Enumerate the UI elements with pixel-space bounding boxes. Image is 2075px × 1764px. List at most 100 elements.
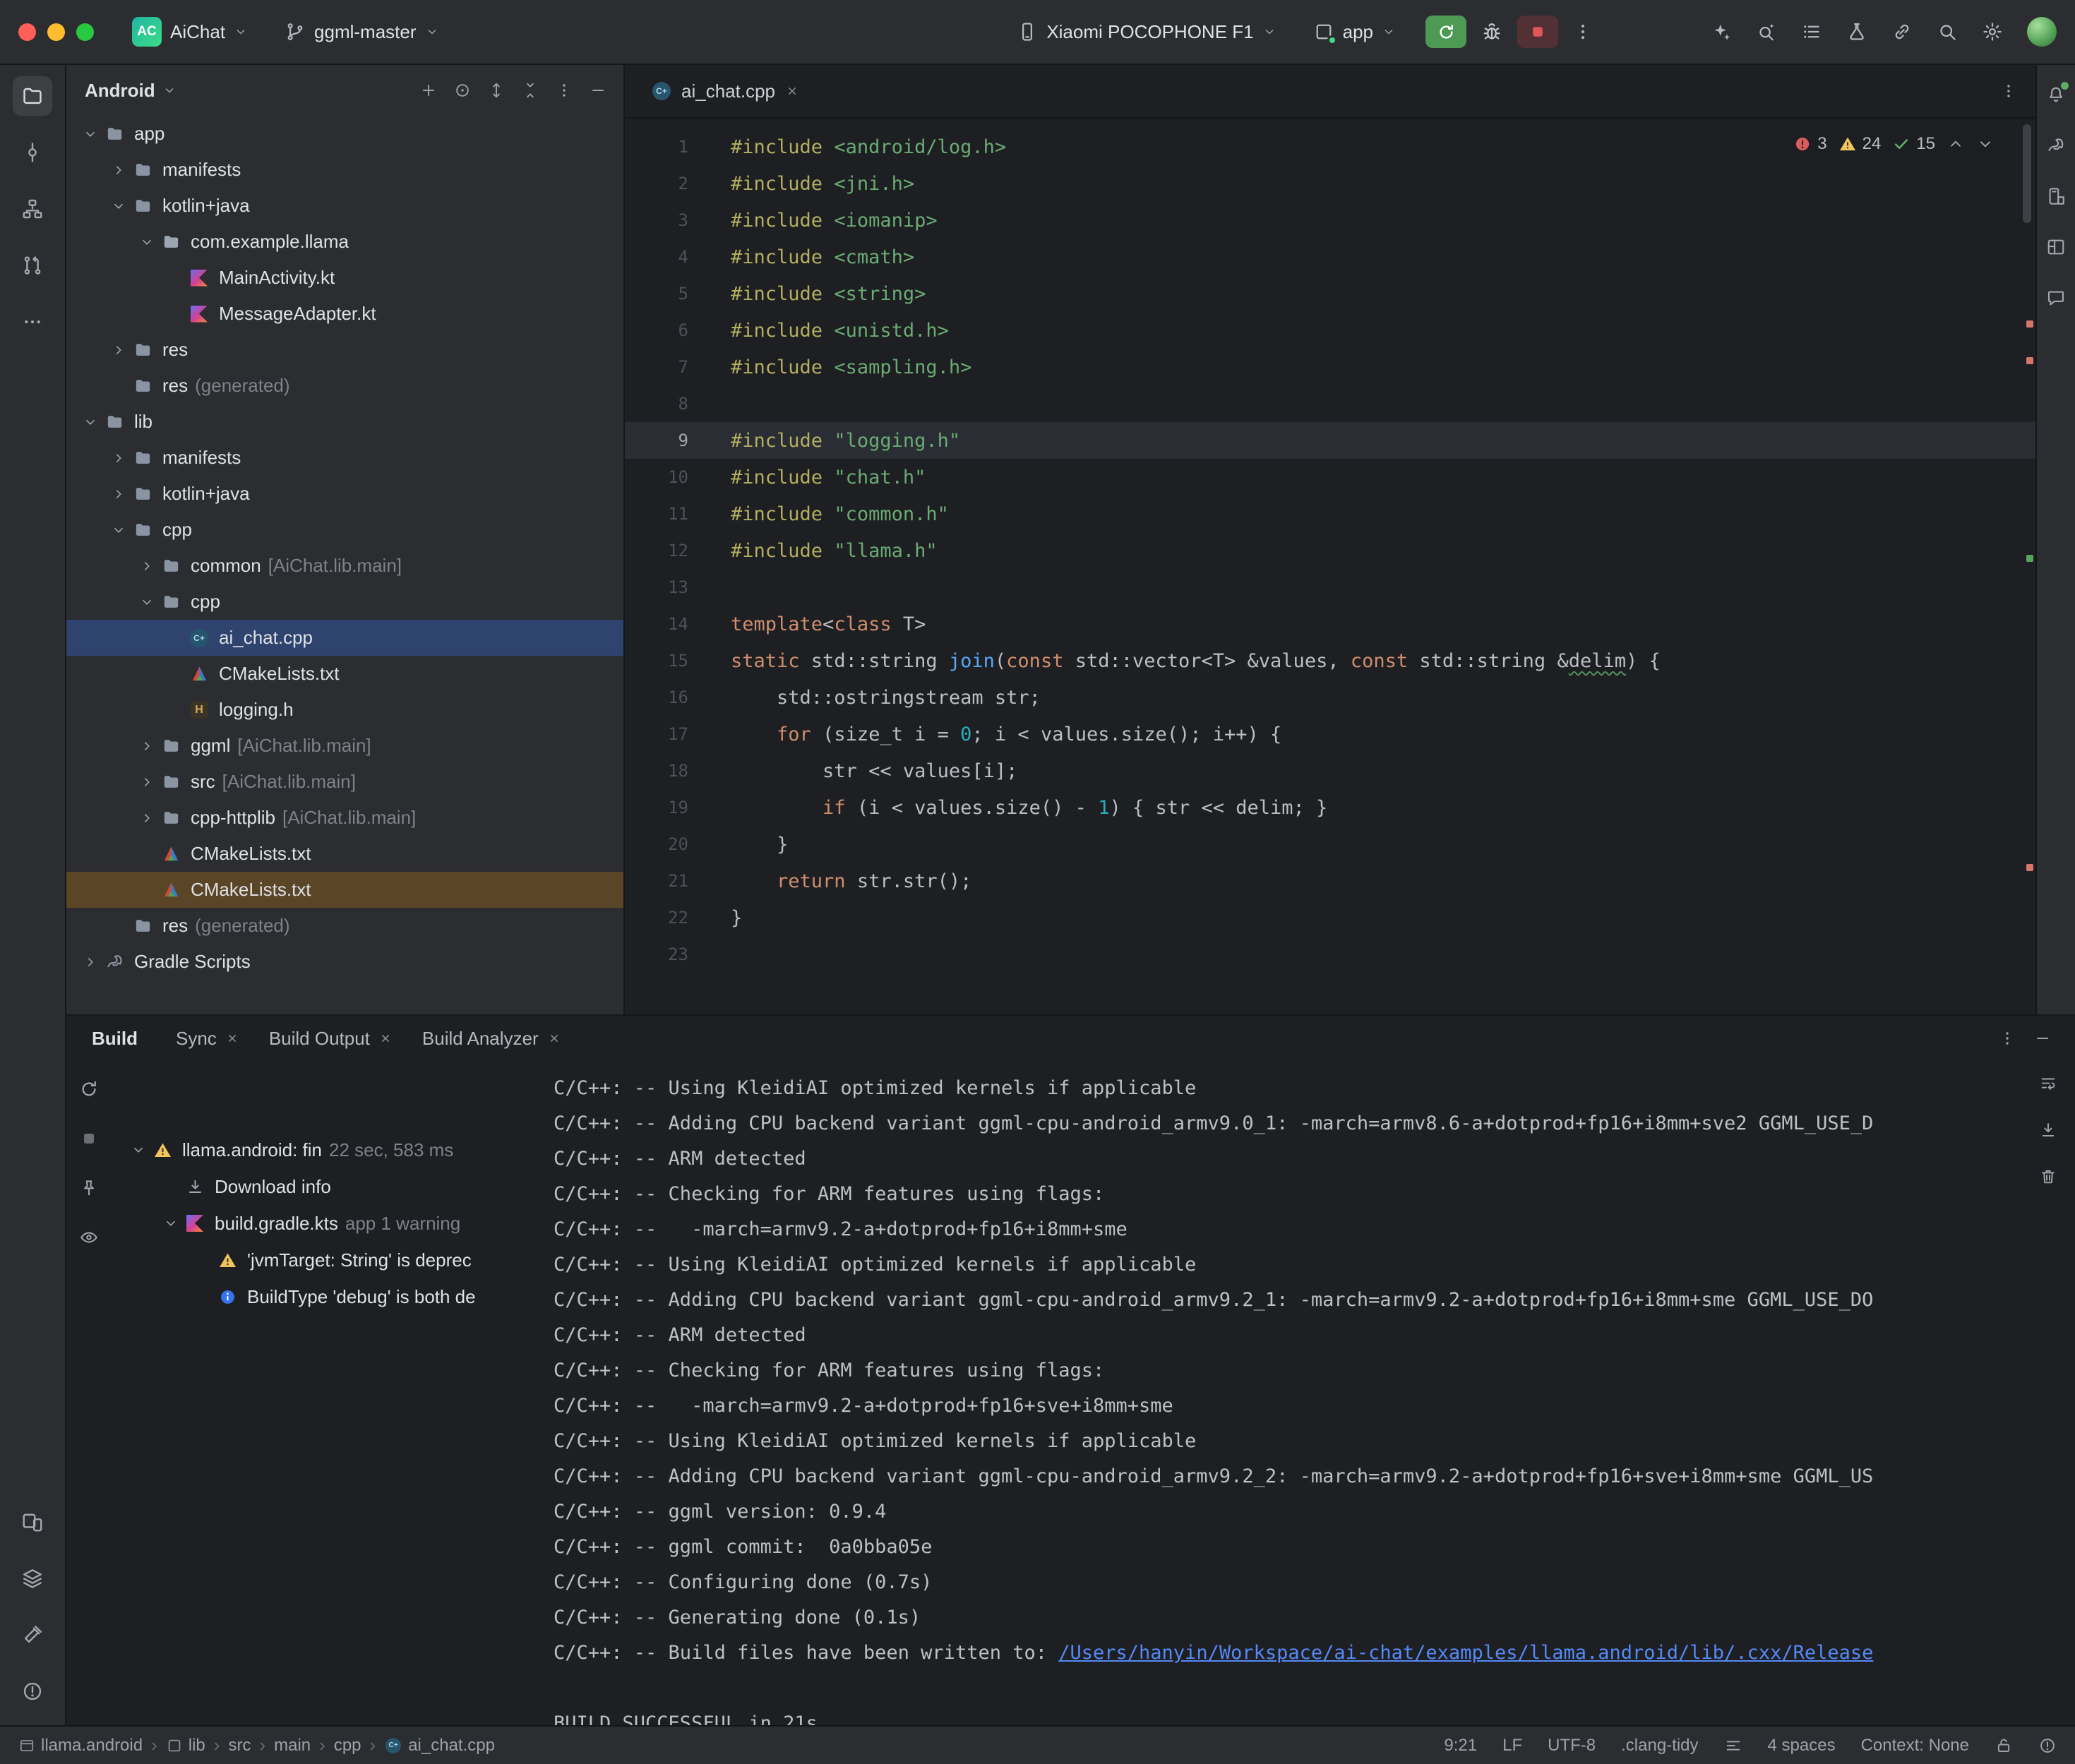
tree-item[interactable]: Hlogging.h [66,692,623,728]
line-number[interactable]: 20 [625,834,731,854]
search-icon[interactable] [1931,16,1963,48]
build-result-tree[interactable]: llama.android: fin22 sec, 583 msDownload… [112,1061,535,1725]
line-number[interactable]: 23 [625,944,731,964]
close-window-button[interactable] [18,23,36,41]
close-tab-icon[interactable] [377,1030,394,1047]
code-line[interactable]: 18 str << values[i]; [625,752,2035,789]
editor-scrollbar[interactable] [2023,124,2031,223]
tree-item[interactable]: CMakeLists.txt [66,656,623,692]
code-style-icon[interactable] [1724,1736,1742,1755]
chevron-right-icon[interactable] [106,481,131,507]
breadcrumb-item[interactable]: lib [166,1736,205,1756]
build-tab[interactable]: Sync [162,1016,255,1061]
user-avatar[interactable] [2027,17,2057,47]
chevron-right-icon[interactable] [134,805,160,831]
stripe-mark-error[interactable] [2026,320,2033,328]
chevron-down-icon[interactable] [158,1211,184,1236]
app-insights-tool-icon[interactable] [2040,282,2071,313]
project-widget[interactable]: AC AiChat [124,11,256,52]
line-separator[interactable]: LF [1502,1736,1522,1756]
code-line[interactable]: 2#include <jni.h> [625,165,2035,202]
chevron-right-icon[interactable] [134,553,160,579]
breadcrumb-item[interactable]: C+ai_chat.cpp [384,1736,495,1756]
file-encoding[interactable]: UTF-8 [1548,1736,1596,1756]
expand-all-icon[interactable] [481,75,512,106]
caret-position[interactable]: 9:21 [1444,1736,1477,1756]
tree-item[interactable]: C+ai_chat.cpp [66,620,623,656]
stripe-mark-error[interactable] [2026,357,2033,364]
share-project-icon[interactable] [1886,16,1918,48]
line-number[interactable]: 16 [625,688,731,707]
tree-item[interactable]: cpp-httplib[AiChat.lib.main] [66,800,623,836]
structure-tool-icon[interactable] [13,189,52,229]
tree-item[interactable]: src[AiChat.lib.main] [66,764,623,800]
stop-button[interactable] [1517,16,1558,48]
minimize-window-button[interactable] [47,23,65,41]
chevron-right-icon[interactable] [134,769,160,795]
line-number[interactable]: 15 [625,651,731,671]
ai-assistant-icon[interactable] [1705,16,1738,48]
code-line[interactable]: 14template<class T> [625,606,2035,642]
tree-item[interactable]: CMakeLists.txt [66,872,623,908]
tree-item[interactable]: com.example.llama [66,224,623,260]
tree-item[interactable]: manifests [66,440,623,476]
chevron-right-icon[interactable] [78,949,103,975]
search-everywhere-ai-icon[interactable] [1750,16,1783,48]
pull-requests-tool-icon[interactable] [13,246,52,285]
code-line[interactable]: 5#include <string> [625,275,2035,312]
code-line[interactable]: 7#include <sampling.h> [625,349,2035,385]
tree-item[interactable]: manifests [66,152,623,188]
editor-tab[interactable]: C+ ai_chat.cpp [638,64,813,118]
hide-build-icon[interactable] [2027,1023,2058,1054]
tree-item[interactable]: MessageAdapter.kt [66,296,623,332]
line-number[interactable]: 5 [625,284,731,304]
chevron-down-icon[interactable] [134,229,160,255]
build-tab[interactable]: Build Output [255,1016,408,1061]
tree-item[interactable]: common[AiChat.lib.main] [66,548,623,584]
close-tab-icon[interactable] [224,1030,241,1047]
show-output-icon[interactable] [73,1222,104,1253]
write-access-icon[interactable] [1995,1736,2013,1755]
run-configuration-selector[interactable]: app [1305,16,1404,49]
build-tab[interactable]: Build Analyzer [408,1016,577,1061]
tree-item[interactable]: cpp [66,584,623,620]
line-number[interactable]: 21 [625,871,731,891]
code-line[interactable]: 6#include <unistd.h> [625,312,2035,349]
code-line[interactable]: 23 [625,936,2035,973]
code-line[interactable]: 11#include "common.h" [625,496,2035,532]
settings-icon[interactable] [1976,16,2009,48]
run-button[interactable] [1425,16,1466,48]
code-editor[interactable]: 1#include <android/log.h>2#include <jni.… [625,119,2035,1014]
line-number[interactable]: 8 [625,394,731,414]
layout-inspector-tool-icon[interactable] [2040,232,2071,263]
line-number[interactable]: 6 [625,320,731,340]
run-context[interactable]: Context: None [1861,1736,1969,1756]
code-line[interactable]: 12#include "llama.h" [625,532,2035,569]
code-line[interactable]: 20 } [625,826,2035,863]
code-line[interactable]: 16 std::ostringstream str; [625,679,2035,716]
todo-icon[interactable] [1795,16,1828,48]
tree-item[interactable]: llama.android: fin22 sec, 583 ms [112,1132,535,1168]
code-line[interactable]: 17 for (size_t i = 0; i < values.size();… [625,716,2035,752]
tree-item[interactable]: res(generated) [66,368,623,404]
line-number[interactable]: 12 [625,541,731,560]
clang-tidy-status[interactable]: .clang-tidy [1621,1736,1698,1756]
build-tool-icon[interactable] [13,1615,52,1655]
indent-setting[interactable]: 4 spaces [1768,1736,1836,1756]
inspections-widget[interactable]: 32415 [1785,130,2003,158]
soft-wrap-icon[interactable] [2033,1068,2064,1099]
close-tab-icon[interactable] [546,1030,563,1047]
chevron-down-icon[interactable] [78,121,103,147]
zoom-window-button[interactable] [76,23,94,41]
tree-item[interactable]: MainActivity.kt [66,260,623,296]
next-problem-icon[interactable] [1976,135,1995,153]
tree-item[interactable]: lib [66,404,623,440]
add-icon[interactable] [413,75,444,106]
chevron-right-icon[interactable] [106,157,131,183]
chevron-down-icon[interactable] [126,1137,151,1163]
breadcrumb-item[interactable]: cpp [334,1736,361,1756]
services-tool-icon[interactable] [13,1559,52,1598]
warnings-indicator[interactable]: 24 [1838,134,1882,154]
notifications-icon[interactable] [2040,79,2071,110]
chevron-right-icon[interactable] [106,445,131,471]
